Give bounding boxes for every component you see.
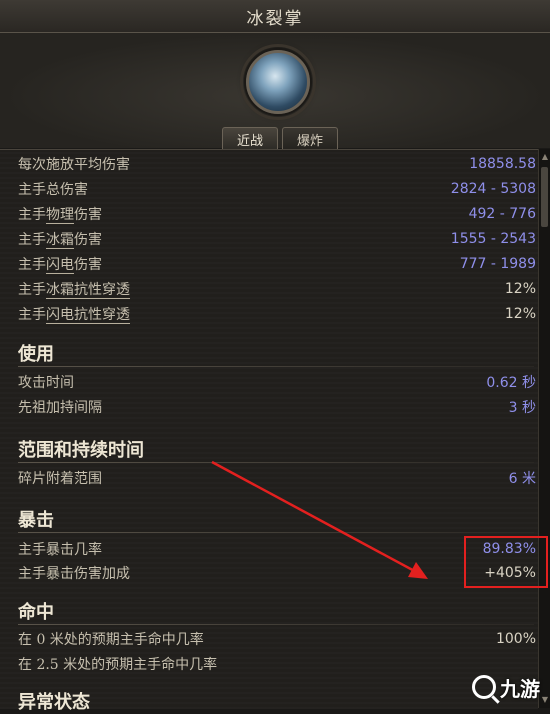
window-title: 冰裂掌	[246, 8, 304, 29]
stat-value: 1555 - 2543	[450, 230, 536, 247]
tab-explosion[interactable]: 爆炸	[282, 127, 338, 150]
watermark-text: 九游	[500, 676, 540, 701]
section-divider	[18, 624, 534, 625]
stat-value: 12%	[504, 305, 536, 322]
stat-label: 攻击时间	[18, 374, 74, 391]
stat-value: 777 - 1989	[459, 255, 536, 272]
stat-row: 主手闪电伤害 777 - 1989	[18, 251, 536, 276]
stat-row: 主手暴击伤害加成 +405%	[18, 560, 536, 585]
stat-row: 在 0 米处的预期主手命中几率 100%	[18, 626, 536, 651]
stat-label[interactable]: 先祖加持间隔	[18, 397, 102, 417]
section-usage-title: 使用	[18, 344, 54, 365]
stat-label: 主手总伤害	[18, 181, 88, 198]
skill-icon-frame	[240, 44, 316, 120]
stat-label[interactable]: 主手暴击几率	[18, 539, 102, 559]
ice-crack-palm-icon	[240, 44, 316, 120]
stat-label: 每次施放平均伤害	[18, 156, 130, 173]
section-hit-title: 命中	[18, 602, 54, 623]
stat-row: 主手暴击几率 89.83%	[18, 536, 536, 561]
section-crit-title: 暴击	[18, 510, 54, 531]
section-area-title: 范围和持续时间	[18, 440, 144, 461]
scroll-thumb[interactable]	[541, 167, 548, 227]
watermark: 九游	[472, 670, 546, 704]
section-divider	[18, 366, 534, 367]
stat-label[interactable]: 主手闪电抗性穿透	[18, 304, 130, 324]
stat-row: 主手冰霜伤害 1555 - 2543	[18, 226, 536, 251]
scroll-up-icon[interactable]: ▲	[539, 151, 550, 163]
section-divider	[18, 532, 534, 533]
stat-label[interactable]: 主手物理伤害	[18, 204, 102, 224]
stat-value: 12%	[504, 280, 536, 297]
stat-label: 在 0 米处的预期主手命中几率	[18, 631, 204, 648]
stat-label: 碎片附着范围	[18, 470, 102, 487]
stat-row: 主手冰霜抗性穿透 12%	[18, 276, 536, 301]
stat-value: 100%	[495, 630, 536, 647]
stat-label[interactable]: 主手冰霜抗性穿透	[18, 279, 130, 299]
stat-row: 主手物理伤害 492 - 776	[18, 201, 536, 226]
stat-label[interactable]: 主手暴击伤害加成	[18, 563, 130, 583]
stat-row: 在 2.5 米处的预期主手命中几率	[18, 651, 536, 676]
crit-highlight-box	[464, 536, 548, 588]
tab-bar: 近战 爆炸	[222, 127, 338, 150]
section-status-title: 异常状态	[18, 692, 90, 713]
stat-value: 2824 - 5308	[450, 180, 536, 197]
stat-row: 每次施放平均伤害 18858.58	[18, 151, 536, 176]
stat-row: 主手总伤害 2824 - 5308	[18, 176, 536, 201]
stat-value: 18858.58	[469, 155, 536, 172]
stat-row: 攻击时间 0.62 秒	[18, 369, 536, 394]
stat-value: 0.62 秒	[486, 374, 536, 391]
section-divider	[18, 462, 534, 463]
stats-scrollbar[interactable]: ▲ ▼	[538, 149, 550, 708]
stat-label[interactable]: 主手冰霜伤害	[18, 229, 102, 249]
stat-value: 492 - 776	[468, 205, 536, 222]
stat-value: 3 秒	[508, 399, 536, 416]
tab-melee[interactable]: 近战	[222, 127, 278, 150]
stat-value: 6 米	[508, 470, 536, 487]
stat-row: 主手闪电抗性穿透 12%	[18, 301, 536, 326]
stat-label: 在 2.5 米处的预期主手命中几率	[18, 656, 218, 673]
stat-row: 碎片附着范围 6 米	[18, 465, 536, 490]
stat-label[interactable]: 主手闪电伤害	[18, 254, 102, 274]
window-title-bar: 冰裂掌	[0, 0, 550, 33]
watermark-logo-icon	[472, 675, 496, 699]
stat-row: 先祖加持间隔 3 秒	[18, 394, 536, 419]
